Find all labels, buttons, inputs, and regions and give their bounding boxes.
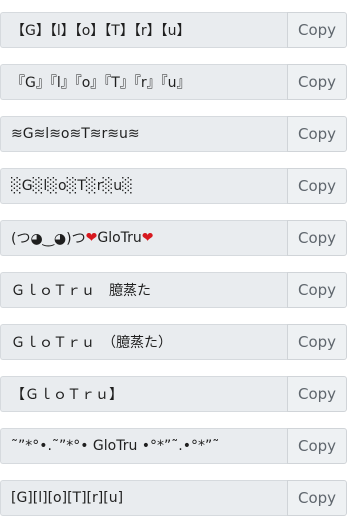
copy-button[interactable]: Copy: [287, 220, 347, 256]
styled-text[interactable]: ░G░l░o░T░r░u░: [0, 168, 287, 204]
list-item: ≋G≋l≋o≋T≋r≋u≋ Copy: [0, 116, 347, 152]
heart-icon: ❤: [141, 230, 154, 246]
copy-button[interactable]: Copy: [287, 428, 347, 464]
styled-text[interactable]: ＧｌｏＴｒｕ （臆蒸た）: [0, 324, 287, 360]
styled-text[interactable]: 『G』『l』『o』『T』『r』『u』: [0, 64, 287, 100]
copy-button[interactable]: Copy: [287, 12, 347, 48]
list-item: 『G』『l』『o』『T』『r』『u』 Copy: [0, 64, 347, 100]
styled-text[interactable]: ＧｌｏＴｒｕ 臆蒸た: [0, 272, 287, 308]
list-item: (つ◕‿◕)つ ❤ GloTru ❤ Copy: [0, 220, 347, 256]
copy-button[interactable]: Copy: [287, 324, 347, 360]
list-item: 【G】【l】【o】【T】【r】【u】 Copy: [0, 12, 347, 48]
styled-text[interactable]: [G][l][o][T][r][u]: [0, 480, 287, 516]
copy-button[interactable]: Copy: [287, 168, 347, 204]
styled-text[interactable]: 【G】【l】【o】【T】【r】【u】: [0, 12, 287, 48]
copy-button[interactable]: Copy: [287, 64, 347, 100]
list-item: 【ＧｌｏＴｒｕ】 Copy: [0, 376, 347, 412]
copy-button[interactable]: Copy: [287, 116, 347, 152]
styled-text[interactable]: ≋G≋l≋o≋T≋r≋u≋: [0, 116, 287, 152]
copy-button[interactable]: Copy: [287, 376, 347, 412]
list-item: ＧｌｏＴｒｕ （臆蒸た） Copy: [0, 324, 347, 360]
styled-text[interactable]: 【ＧｌｏＴｒｕ】: [0, 376, 287, 412]
list-item: ＧｌｏＴｒｕ 臆蒸た Copy: [0, 272, 347, 308]
list-item: ░G░l░o░T░r░u░ Copy: [0, 168, 347, 204]
copy-button[interactable]: Copy: [287, 480, 347, 516]
styled-text[interactable]: (つ◕‿◕)つ ❤ GloTru ❤: [0, 220, 287, 256]
heart-icon: ❤: [85, 230, 98, 246]
copy-button[interactable]: Copy: [287, 272, 347, 308]
styled-text[interactable]: ˜”*°•.˜”*°• GloTru •°*”˜.•°*”˜: [0, 428, 287, 464]
list-item: ˜”*°•.˜”*°• GloTru •°*”˜.•°*”˜ Copy: [0, 428, 347, 464]
list-item: [G][l][o][T][r][u] Copy: [0, 480, 347, 516]
styled-text-list: 【G】【l】【o】【T】【r】【u】 Copy 『G』『l』『o』『T』『r』『…: [0, 0, 347, 516]
